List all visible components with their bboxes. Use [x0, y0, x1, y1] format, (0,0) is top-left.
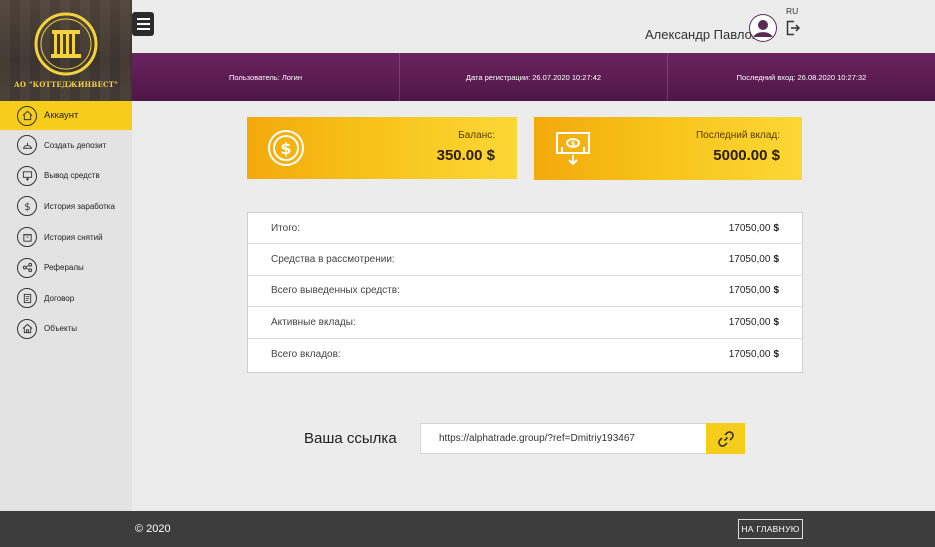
table-row: Средства в рассмотрении: 17050,00 $ [248, 244, 802, 276]
last-deposit-value: 5000.00 $ [713, 147, 780, 164]
sidebar-item-label: История заработка [44, 201, 115, 211]
withdraw-icon [17, 165, 37, 186]
logo[interactable]: АО "КОТТЕДЖИНВЕСТ" [0, 0, 132, 101]
copyright: © 2020 [135, 523, 171, 535]
sidebar-item-earnings-history[interactable]: $ История заработка [0, 191, 132, 222]
sidebar-item-label: Вывод средств [44, 171, 100, 181]
sidebar-item-contract[interactable]: Договор [0, 283, 132, 314]
referral-link-input[interactable] [420, 423, 707, 454]
home-button[interactable]: НА ГЛАВНУЮ [738, 519, 803, 539]
table-row: Всего выведенных средств: 17050,00 $ [248, 276, 802, 308]
sidebar-item-create-deposit[interactable]: Создать депозит [0, 130, 132, 161]
account-stats-table: Итого: 17050,00 $ Средства в рассмотрении… [247, 212, 803, 373]
user-name[interactable]: Александр Павлов [645, 27, 759, 42]
sidebar-item-label: История снятий [44, 232, 103, 242]
sidebar-item-label: Договор [44, 293, 75, 303]
account-info-bar: Пользователь: Логин Дата регистрации: 26… [132, 53, 935, 101]
table-row: Активные вклады: 17050,00 $ [248, 307, 802, 339]
sidebar-item-label: Аккаунт [44, 110, 79, 121]
share-icon [17, 257, 37, 278]
menu-toggle-button[interactable] [132, 12, 154, 36]
balance-card: $ Баланс: 350.00 $ [247, 117, 517, 179]
info-user: Пользователь: Логин [132, 53, 400, 101]
stat-label: Активные вклады: [271, 316, 356, 328]
stat-value: 17050,00 $ [729, 317, 779, 328]
stat-value: 17050,00 $ [729, 223, 779, 234]
deposit-icon [17, 135, 37, 156]
info-registration-date: Дата регистрации: 26.07.2020 10:27:42 [400, 53, 668, 101]
stat-label: Средства в рассмотрении: [271, 254, 395, 266]
last-deposit-label: Последний вклад: [695, 130, 780, 141]
sidebar-item-label: Объекты [44, 324, 77, 334]
stat-amount: 17050,00 [728, 222, 771, 234]
copy-link-button[interactable] [706, 423, 745, 454]
language-switch[interactable]: RU [786, 6, 798, 16]
stat-label: Итого: [271, 222, 300, 234]
stat-unit: $ [773, 285, 779, 297]
svg-text:$: $ [24, 202, 30, 212]
svg-text:$: $ [280, 139, 291, 158]
coin-dollar-icon: $ [268, 130, 304, 166]
stat-amount: 17050,00 [728, 316, 771, 328]
hamburger-icon-line [136, 23, 150, 25]
stat-value: 17050,00 $ [729, 254, 779, 265]
house-icon [17, 318, 37, 339]
sidebar-item-label: Создать депозит [44, 140, 107, 150]
box-icon [17, 227, 37, 248]
balance-value: 350.00 $ [436, 147, 495, 164]
stat-amount: 17050,00 [728, 285, 771, 297]
link-icon [717, 430, 734, 447]
document-icon [17, 288, 37, 309]
sidebar-item-withdraw[interactable]: Вывод средств [0, 161, 132, 192]
sidebar-item-account[interactable]: Аккаунт [0, 101, 132, 130]
svg-text:$: $ [571, 140, 576, 148]
sidebar-item-withdrawals-history[interactable]: История снятий [0, 222, 132, 253]
logo-emblem-icon [34, 12, 98, 76]
dollar-icon: $ [17, 196, 37, 217]
stat-label: Всего выведенных средств: [271, 285, 400, 297]
table-row: Итого: 17050,00 $ [248, 213, 802, 245]
home-icon [17, 105, 37, 126]
sidebar-menu: Аккаунт Создать депозит Вывод средств $ … [0, 101, 132, 344]
sidebar-item-referrals[interactable]: Рефералы [0, 252, 132, 283]
stat-unit: $ [773, 222, 779, 234]
sidebar-item-label: Рефералы [44, 263, 84, 273]
balance-label: Баланс: [458, 130, 495, 141]
referral-label: Ваша ссылка [304, 430, 397, 447]
sidebar-item-objects[interactable]: Объекты [0, 314, 132, 345]
last-deposit-card: $ Последний вклад: 5000.00 $ [534, 117, 802, 180]
user-icon [750, 15, 776, 41]
stat-label: Всего вкладов: [271, 348, 341, 360]
logo-text: АО "КОТТЕДЖИНВЕСТ" [13, 80, 119, 89]
footer: © 2020 НА ГЛАВНУЮ [0, 511, 935, 547]
hamburger-icon-line [136, 28, 150, 30]
stat-value: 17050,00 $ [729, 349, 779, 360]
deposit-money-icon: $ [556, 132, 590, 166]
stat-unit: $ [773, 254, 779, 266]
stat-amount: 17050,00 [728, 348, 771, 360]
logout-icon[interactable] [786, 20, 800, 36]
hamburger-icon [136, 18, 150, 20]
stat-amount: 17050,00 [728, 254, 771, 266]
sidebar: АО "КОТТЕДЖИНВЕСТ" Аккаунт Создать депоз… [0, 0, 132, 511]
stat-unit: $ [773, 348, 779, 360]
info-last-login: Последний вход: 26.08.2020 10:27:32 [736, 72, 867, 82]
stat-unit: $ [773, 316, 779, 328]
table-row: Всего вкладов: 17050,00 $ [248, 339, 802, 370]
stat-value: 17050,00 $ [729, 285, 779, 296]
avatar[interactable] [749, 14, 777, 42]
